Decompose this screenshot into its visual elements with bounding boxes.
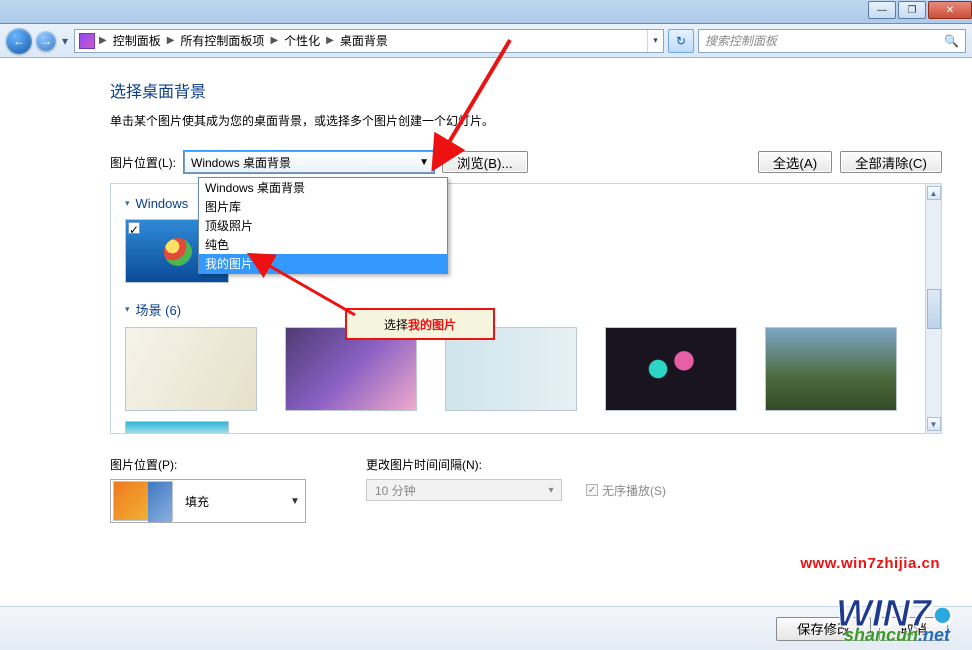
interval-label: 更改图片时间间隔(N): [366, 456, 666, 473]
picture-location-combo[interactable]: Windows 桌面背景 ▼ [184, 151, 434, 173]
picture-location-row: 图片位置(L): Windows 桌面背景 ▼ 浏览(B)... 全选(A) 全… [110, 151, 942, 173]
page-description: 单击某个图片使其成为您的桌面背景，或选择多个图片创建一个幻灯片。 [110, 112, 942, 129]
dropdown-option[interactable]: 顶级照片 [199, 216, 447, 235]
chevron-down-icon: ▼ [417, 152, 431, 172]
scrollbar[interactable]: ▲ ▼ [925, 184, 941, 433]
thumbs-row [125, 327, 927, 421]
picture-position-label: 图片位置(P): [110, 456, 306, 473]
wallpaper-thumb[interactable] [125, 421, 229, 434]
group-header-scene[interactable]: ▾ 场景 (6) [125, 300, 927, 319]
search-placeholder: 搜索控制面板 [705, 32, 777, 49]
breadcrumb-dropdown[interactable]: ▾ [647, 30, 663, 52]
nav-history-dropdown[interactable]: ▾ [60, 30, 70, 52]
search-icon: 🔍 [944, 34, 959, 48]
watermark-url2: shancun.net [844, 625, 950, 646]
lower-controls: 图片位置(P): 填充 ▼ 更改图片时间间隔(N): 10 分钟 ▾ ✓ 无序播… [110, 456, 942, 523]
annotation-tip-prefix: 选择 [384, 316, 408, 333]
window-titlebar: — ❐ ✕ [0, 0, 972, 24]
close-button[interactable]: ✕ [928, 1, 972, 19]
windows-logo-icon [164, 238, 192, 266]
watermark-url: www.win7zhijia.cn [800, 555, 940, 572]
group-label: 场景 (6) [136, 300, 182, 319]
shuffle-checkbox: ✓ 无序播放(S) [586, 482, 666, 499]
control-panel-icon [79, 33, 95, 49]
page-title: 选择桌面背景 [110, 78, 942, 102]
dropdown-option[interactable]: 图片库 [199, 197, 447, 216]
footer-bar: 保存修改 取消 [0, 606, 972, 650]
search-input[interactable]: 搜索控制面板 🔍 [698, 29, 966, 53]
window-controls: — ❐ ✕ [866, 0, 972, 23]
dropdown-option[interactable]: Windows 桌面背景 [199, 178, 447, 197]
interval-value: 10 分钟 [375, 482, 416, 499]
address-bar: ← → ▾ ▶ 控制面板 ▶ 所有控制面板项 ▶ 个性化 ▶ 桌面背景 ▾ ↻ … [0, 24, 972, 58]
nav-back-button[interactable]: ← [6, 28, 32, 54]
picture-position-block: 图片位置(P): 填充 ▼ [110, 456, 306, 523]
combo-value: Windows 桌面背景 [191, 154, 291, 171]
annotation-tip-box: 选择 我的图片 [345, 308, 495, 340]
dropdown-option[interactable]: 纯色 [199, 235, 447, 254]
annotation-tip-strong: 我的图片 [408, 316, 456, 333]
scroll-down-button[interactable]: ▼ [927, 417, 941, 431]
wallpaper-thumb[interactable] [605, 327, 737, 411]
interval-block: 更改图片时间间隔(N): 10 分钟 ▾ ✓ 无序播放(S) [366, 456, 666, 523]
interval-combo: 10 分钟 ▾ [366, 479, 562, 501]
wallpaper-thumb[interactable] [765, 327, 897, 411]
crumb-desktop-background[interactable]: 桌面背景 [338, 32, 390, 49]
thumb-checkbox[interactable]: ✓ [128, 222, 140, 234]
select-all-button[interactable]: 全选(A) [758, 151, 832, 173]
dropdown-option[interactable]: 我的图片 [199, 254, 447, 273]
clear-all-button[interactable]: 全部清除(C) [840, 151, 942, 173]
group-label: Windows [136, 196, 189, 211]
chevron-down-icon: ▾ [544, 480, 558, 500]
crumb-sep-icon: ▶ [268, 35, 280, 46]
picture-location-dropdown[interactable]: Windows 桌面背景 图片库 顶级照片 纯色 我的图片 [198, 177, 448, 274]
crumb-all-items[interactable]: 所有控制面板项 [178, 32, 266, 49]
picture-position-combo[interactable]: 填充 ▼ [110, 479, 306, 523]
crumb-personalization[interactable]: 个性化 [282, 32, 322, 49]
refresh-button[interactable]: ↻ [668, 29, 694, 53]
wallpaper-thumb[interactable] [125, 327, 257, 411]
position-value: 填充 [185, 493, 209, 510]
scroll-thumb[interactable] [927, 289, 941, 329]
nav-forward-button[interactable]: → [36, 31, 56, 51]
crumb-control-panel[interactable]: 控制面板 [111, 32, 163, 49]
browse-button[interactable]: 浏览(B)... [442, 151, 528, 173]
crumb-sep-icon: ▶ [165, 35, 177, 46]
breadcrumb-bar[interactable]: ▶ 控制面板 ▶ 所有控制面板项 ▶ 个性化 ▶ 桌面背景 ▾ [74, 29, 664, 53]
maximize-button[interactable]: ❐ [898, 1, 926, 19]
crumb-sep-icon: ▶ [97, 35, 109, 46]
checkbox-icon: ✓ [586, 484, 598, 496]
scroll-up-button[interactable]: ▲ [927, 186, 941, 200]
shuffle-label: 无序播放(S) [602, 482, 666, 499]
chevron-down-icon: ▼ [288, 480, 302, 522]
collapse-icon: ▾ [125, 304, 130, 315]
picture-location-label: 图片位置(L): [110, 154, 176, 171]
crumb-sep-icon: ▶ [324, 35, 336, 46]
minimize-button[interactable]: — [868, 1, 896, 19]
collapse-icon: ▾ [125, 198, 130, 209]
position-preview-icon [113, 481, 173, 521]
